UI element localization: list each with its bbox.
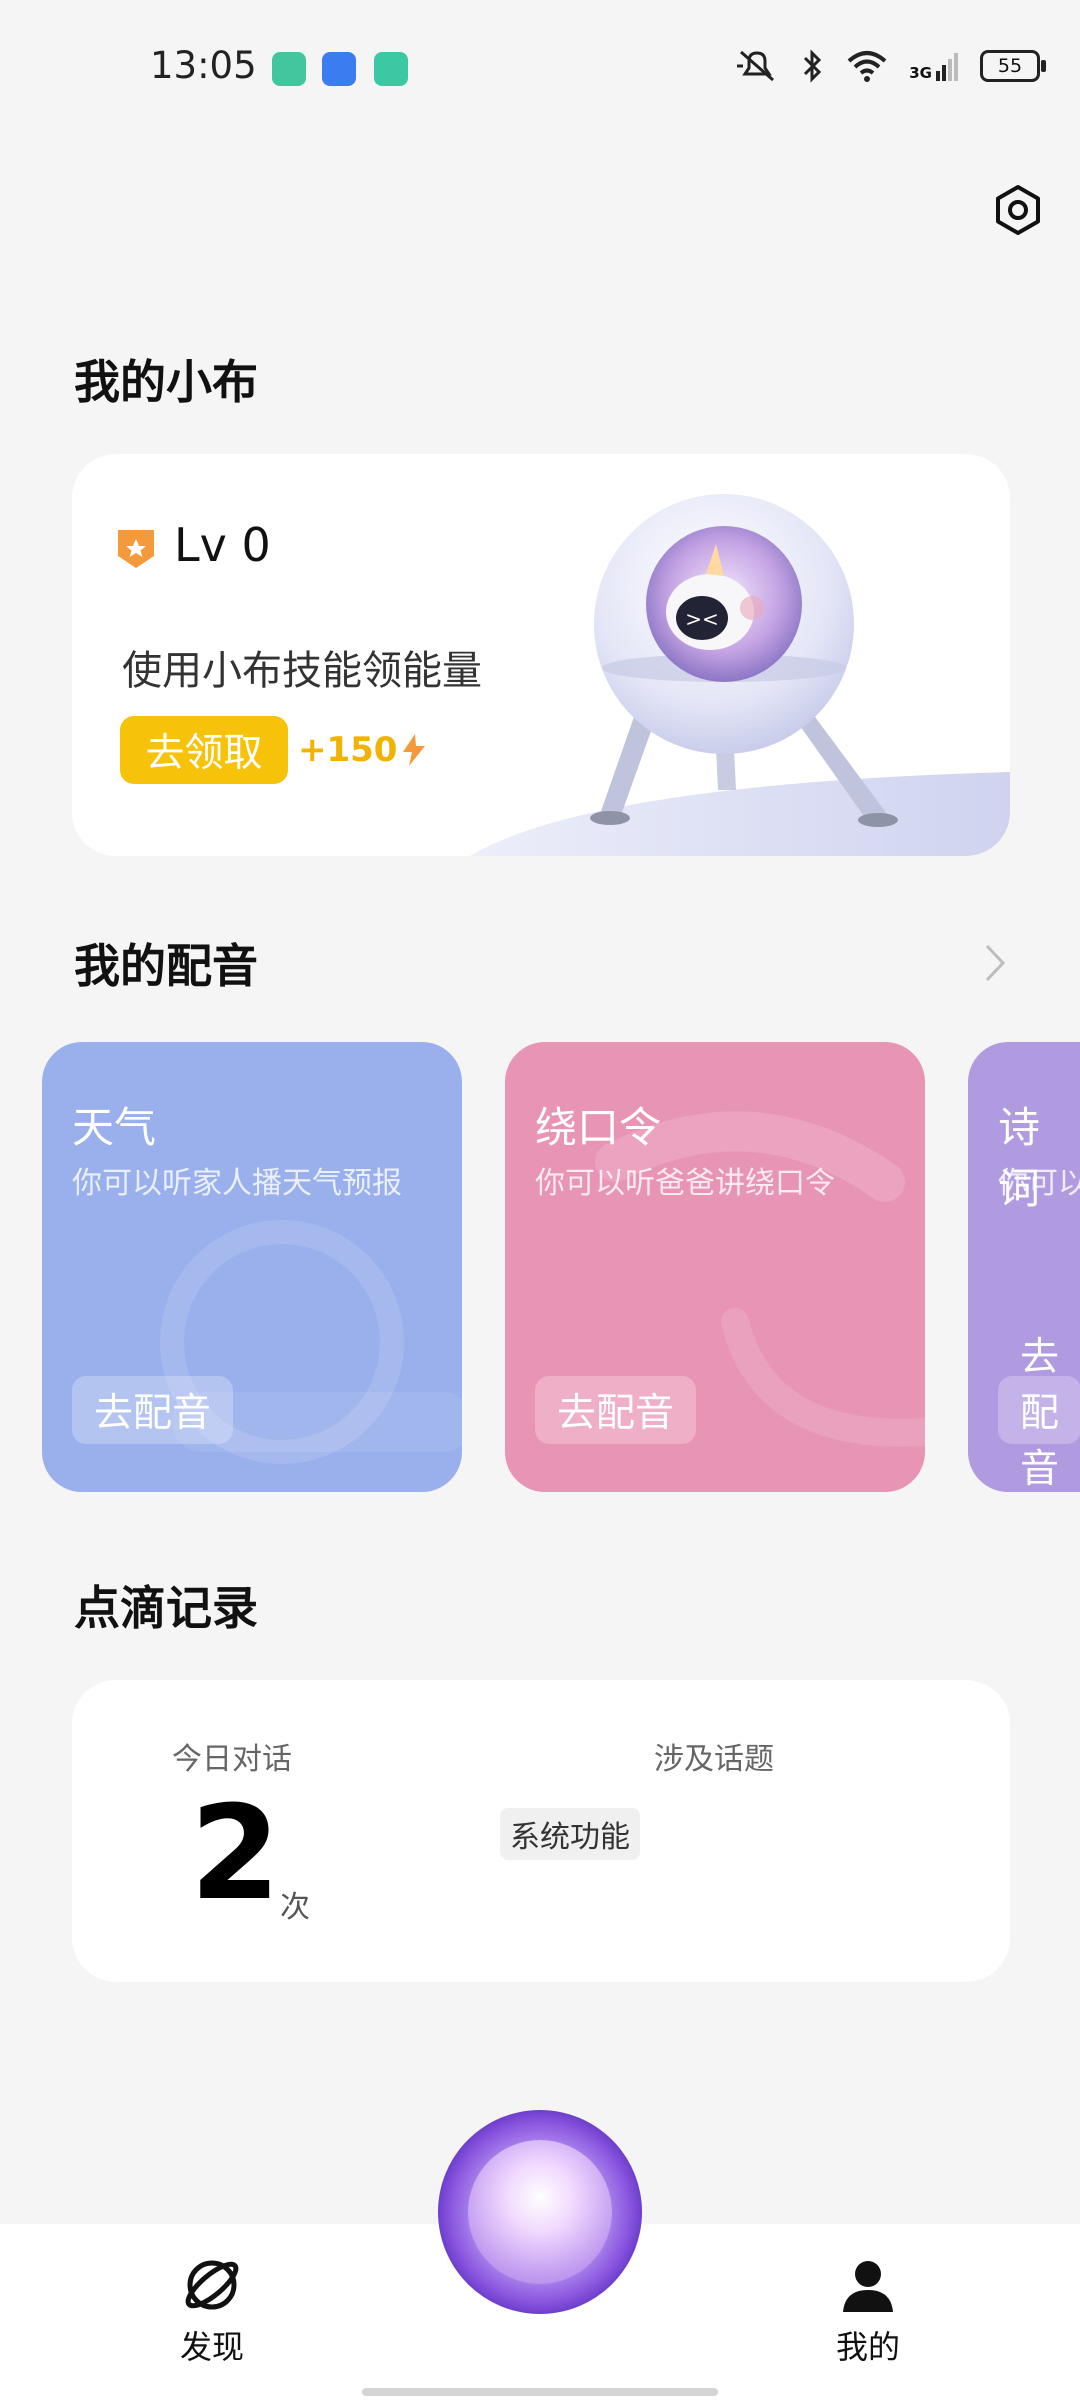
battery-level: 55 <box>997 55 1023 77</box>
nav-label-discover: 发现 <box>179 2328 244 2366</box>
voice-assistant-orb-button[interactable] <box>438 2110 642 2314</box>
level-badge-icon <box>118 530 154 568</box>
robot-illustration: >< <box>470 494 1010 856</box>
topics-label: 涉及话题 <box>654 1742 774 1777</box>
level-description: 使用小布技能领能量 <box>122 648 482 694</box>
notification-app-icon <box>272 52 306 86</box>
energy-bonus-value: +150 <box>298 730 398 770</box>
dubbing-card-title: 天气 <box>72 1103 157 1152</box>
nav-label-mine: 我的 <box>835 2328 900 2366</box>
level-card[interactable]: >< Lv 0 使用小布技能领能量 去领取 +150 <box>72 454 1010 856</box>
dubbing-card-tongue-twister[interactable]: 绕口令 你可以听爸爸讲绕口令 去配音 <box>505 1042 925 1492</box>
home-indicator[interactable] <box>362 2388 718 2396</box>
nav-item-discover[interactable]: 发现 <box>142 2254 282 2368</box>
today-dialogue-label: 今日对话 <box>172 1742 292 1777</box>
svg-text:><: >< <box>685 607 719 631</box>
user-icon <box>843 2261 893 2312</box>
dub-button[interactable]: 去配音 <box>998 1335 1080 1492</box>
dubbing-card-subtitle: 你可以听家人播天气预报 <box>72 1166 402 1201</box>
dub-button[interactable]: 去配音 <box>72 1376 234 1444</box>
bluetooth-icon <box>804 49 822 83</box>
network-type: 3G <box>909 64 932 82</box>
lightning-icon <box>403 734 426 766</box>
record-card: 今日对话 2 次 涉及话题 系统功能 <box>72 1680 1010 1982</box>
section-title-my-dubbing: 我的配音 <box>74 939 258 993</box>
dub-button[interactable]: 去配音 <box>535 1376 697 1444</box>
today-dialogue-unit: 次 <box>280 1890 310 1925</box>
dubbing-card-poetry[interactable]: 诗词 你可以 去配音 <box>968 1042 1080 1492</box>
dubbing-card-subtitle: 你可以 <box>998 1166 1080 1201</box>
section-title-my-xiaobu: 我的小布 <box>74 355 258 409</box>
claim-energy-button[interactable]: 去领取 <box>120 716 288 784</box>
signal-icon: 3G <box>909 51 958 81</box>
topic-tag: 系统功能 <box>500 1808 640 1860</box>
card-decoration <box>160 1220 462 1464</box>
dubbing-card-weather[interactable]: 天气 你可以听家人播天气预报 去配音 <box>42 1042 462 1492</box>
notification-app-icon <box>374 52 408 86</box>
today-dialogue-count: 2 <box>190 1777 281 1929</box>
chevron-right-icon[interactable] <box>982 942 1008 984</box>
dubbing-card-subtitle: 你可以听爸爸讲绕口令 <box>535 1166 835 1201</box>
gear-icon[interactable] <box>992 184 1044 236</box>
notification-app-icon <box>322 52 356 86</box>
status-indicators: 3G 55 <box>735 46 1046 86</box>
mute-icon <box>737 50 775 82</box>
section-title-record: 点滴记录 <box>74 1581 258 1635</box>
orb-core <box>468 2140 612 2284</box>
wifi-icon <box>847 51 887 82</box>
battery-icon: 55 <box>980 50 1046 82</box>
status-time: 13:05 <box>150 44 257 87</box>
energy-bonus: +150 <box>298 730 427 770</box>
dubbing-card-title: 绕口令 <box>535 1103 662 1152</box>
nav-item-mine[interactable]: 我的 <box>798 2254 938 2368</box>
level-text: Lv 0 <box>174 518 271 572</box>
planet-icon <box>185 2260 239 2310</box>
